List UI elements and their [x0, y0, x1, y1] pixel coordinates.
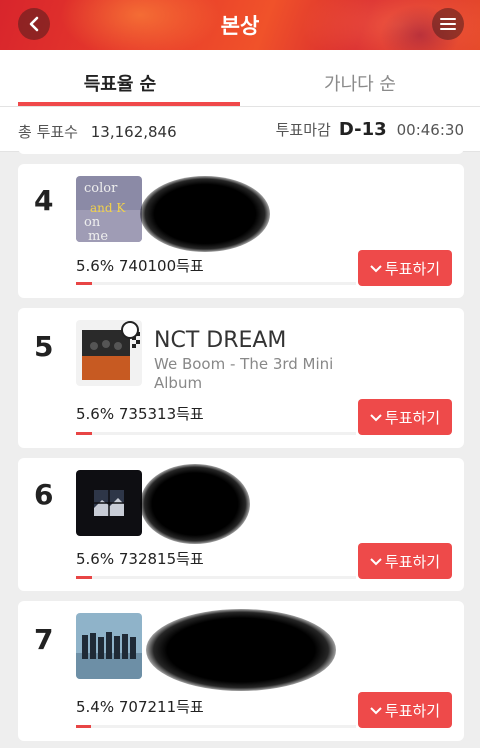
deadline-label: 투표마감: [275, 121, 331, 139]
dday-badge: D-13: [338, 119, 387, 140]
vote-button-label: 투표하기: [384, 552, 441, 571]
svg-text:on: on: [84, 215, 101, 230]
list-item: 6 5.6% 732815득표 투표하기: [18, 458, 464, 591]
vote-button-label: 투표하기: [384, 408, 441, 427]
vote-button[interactable]: 투표하기: [358, 250, 452, 286]
total-votes-label: 총 투표수: [18, 123, 78, 141]
list-item: [18, 146, 464, 154]
chevron-down-icon: [370, 263, 382, 273]
rank-number: 5: [34, 330, 54, 363]
tab-vote-rate[interactable]: 득표율 순: [0, 50, 240, 106]
album-title: We Boom - The 3rd Mini Album: [154, 355, 334, 392]
redaction-scribble: [140, 464, 250, 544]
vote-stats: 5.6% 740100득표: [76, 257, 204, 275]
vote-button[interactable]: 투표하기: [358, 543, 452, 579]
redaction-scribble: [146, 609, 336, 691]
hamburger-menu-icon: [440, 18, 456, 30]
vote-progress-bar: [76, 282, 356, 285]
app-header: 본상: [0, 0, 480, 50]
total-votes-value: 13,162,846: [90, 123, 177, 141]
vote-button-label: 투표하기: [384, 701, 441, 720]
vote-progress-bar: [76, 432, 356, 435]
menu-button[interactable]: [432, 8, 464, 40]
list-item: 7 5.4% 707211득표 투표하기: [18, 601, 464, 741]
vote-stats: 5.6% 732815득표: [76, 550, 204, 568]
svg-text:me: me: [88, 229, 108, 242]
vote-progress-bar: [76, 576, 356, 579]
chevron-down-icon: [370, 705, 382, 715]
countdown-timer: 00:46:30: [396, 121, 464, 139]
sort-tabs: 득표율 순 가나다 순: [0, 50, 480, 106]
vote-button[interactable]: 투표하기: [358, 399, 452, 435]
page-title: 본상: [220, 14, 260, 38]
album-cover: [76, 470, 142, 536]
vote-stats: 5.4% 707211득표: [76, 698, 204, 716]
artist-name: NCT DREAM: [154, 328, 287, 353]
list-item: 4 color and K on me 5.6% 740100득표 투표하기: [18, 164, 464, 298]
list-item: 5 NCT DREAM We Boom - The 3rd Mini Album…: [18, 308, 464, 448]
chevron-down-icon: [370, 412, 382, 422]
svg-text:color: color: [84, 181, 118, 196]
album-cover: [76, 613, 142, 679]
album-cover: [76, 320, 142, 386]
rank-number: 6: [34, 478, 54, 511]
redaction-scribble: [140, 176, 270, 252]
vote-button[interactable]: 투표하기: [358, 692, 452, 728]
rank-number: 4: [34, 184, 54, 217]
vote-progress-bar: [76, 725, 356, 728]
chevron-down-icon: [370, 556, 382, 566]
vote-button-label: 투표하기: [384, 259, 441, 278]
svg-text:and K: and K: [90, 201, 126, 215]
tab-alphabetical[interactable]: 가나다 순: [240, 50, 480, 106]
vote-stats: 5.6% 735313득표: [76, 405, 204, 423]
rank-number: 7: [34, 623, 54, 656]
album-cover: color and K on me: [76, 176, 142, 242]
